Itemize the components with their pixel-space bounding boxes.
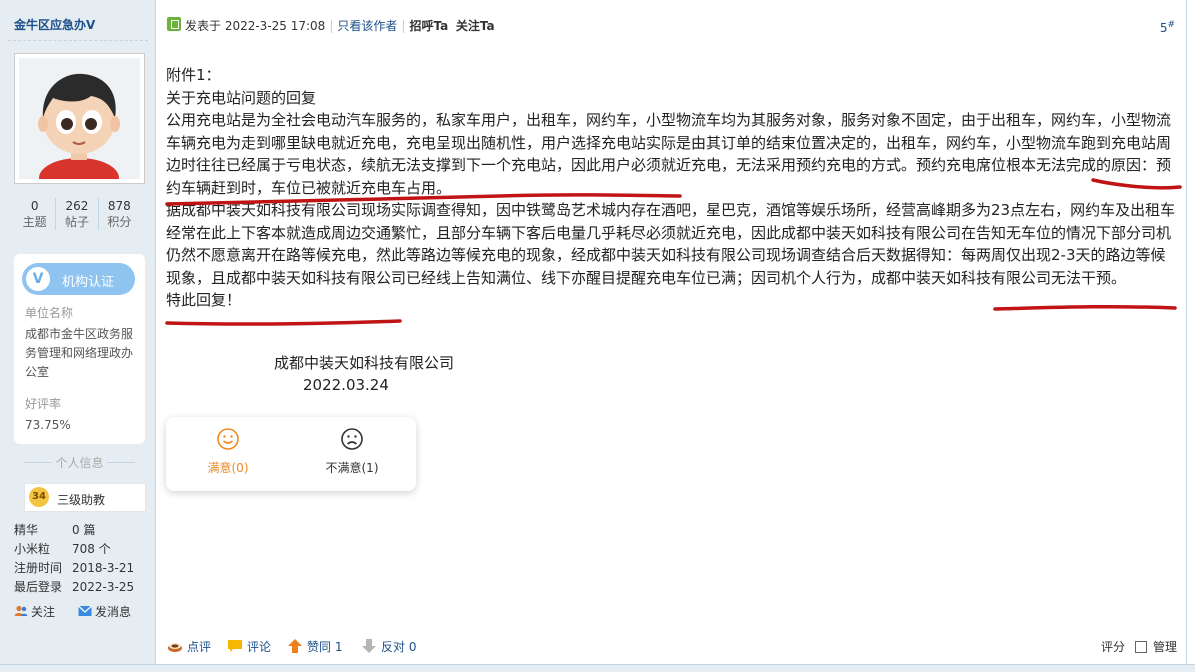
follow-label: 关注	[31, 605, 56, 619]
bottom-bar	[0, 664, 1195, 672]
post-actions-bar: 点评 评论 赞同 1 反对 0 评分 管理	[157, 634, 1195, 658]
post-time: 发表于 2022-3-25 17:08	[185, 19, 326, 33]
follow-author-link[interactable]: 关注Ta	[456, 19, 495, 33]
user-rank[interactable]: 34 三级助教	[24, 483, 146, 512]
paragraph-2: 据成都中装天如科技有限公司现场实际调查得知，因中铁鹭岛艺术城内存在酒吧，星巴克，…	[166, 201, 1176, 287]
badge-label: 机构认证	[62, 275, 115, 290]
greet-link[interactable]: 招呼Ta	[409, 19, 448, 33]
right-border	[1186, 0, 1187, 664]
envelope-icon	[78, 605, 92, 616]
post-subject-line: 关于充电站问题的回复	[166, 88, 317, 107]
closing-line: 特此回复！	[166, 291, 242, 309]
comment-score-label: 点评	[187, 640, 212, 654]
frown-icon	[341, 428, 363, 450]
rating-value: 73.75%	[25, 418, 71, 432]
detail-key: 注册时间	[14, 561, 63, 575]
online-status-icon	[167, 17, 181, 31]
post-header: 发表于 2022-3-25 17:08 | 只看该作者 | 招呼Ta 关注Ta 5#	[157, 0, 1195, 50]
signature-date: 2022.03.24	[303, 376, 389, 394]
author-name[interactable]: 金牛区应急办V	[14, 16, 95, 33]
comment-score-button[interactable]: 点评	[167, 638, 211, 655]
satisfied-count: 满意(0)	[207, 461, 249, 475]
follow-people-icon	[14, 605, 28, 616]
verified-v-icon: V	[26, 267, 50, 291]
detail-row: 小米粒 708 个	[14, 540, 111, 557]
unsatisfied-button[interactable]: 不满意(1)	[307, 427, 397, 476]
comment-label: 评论	[247, 640, 272, 654]
stat-label: 积分	[107, 215, 132, 229]
personal-info-title: 个人信息	[14, 454, 145, 471]
downvote-button[interactable]: 反对 0	[361, 638, 416, 655]
unsatisfied-count: 不满意(1)	[325, 461, 379, 475]
org-name: 成都市金牛区政务服务管理和网络理政办公室	[25, 327, 134, 379]
stat-points[interactable]: 878 积分	[99, 198, 140, 230]
satisfied-button[interactable]: 满意(0)	[183, 427, 273, 476]
org-verification-card: V 机构认证 单位名称 成都市金牛区政务服务管理和网络理政办公室 好评率 73.…	[14, 254, 145, 444]
downvote-label: 反对 0	[381, 640, 417, 654]
divider	[8, 40, 148, 41]
paragraph-1: 公用充电站是为全社会电动汽车服务的，私家车用户，出租车，网约车，小型物流车均为其…	[166, 111, 1172, 197]
stat-label: 主题	[22, 215, 47, 229]
arrow-up-icon	[288, 639, 302, 653]
send-message-button[interactable]: 发消息	[78, 603, 131, 620]
detail-row: 注册时间 2018-3-21	[14, 559, 134, 576]
separator: |	[401, 19, 406, 33]
upvote-button[interactable]: 赞同 1	[287, 638, 342, 655]
stat-value: 878	[107, 199, 131, 213]
avatar[interactable]	[14, 53, 145, 184]
author-sidebar: 金牛区应急办V 0 主题 262 帖子 878 积分 V 机构认证 单位名称 成…	[0, 0, 156, 672]
rate-link[interactable]: 评分	[1101, 638, 1125, 655]
rate-label: 评分	[1101, 640, 1126, 654]
separator: |	[329, 19, 334, 33]
floor-suffix: #	[1167, 20, 1175, 30]
stat-label: 帖子	[64, 215, 89, 229]
rank-name: 三级助教	[57, 493, 106, 507]
detail-row: 最后登录 2022-3-25	[14, 578, 134, 595]
detail-value: 2018-3-21	[72, 561, 135, 575]
stat-posts[interactable]: 262 帖子	[56, 198, 99, 230]
detail-key: 最后登录	[14, 580, 63, 594]
detail-value: 708 个	[72, 542, 111, 556]
follow-button[interactable]: 关注	[14, 603, 55, 620]
org-verified-badge[interactable]: V 机构认证	[22, 263, 135, 295]
post-frame: 金牛区应急办V 0 主题 262 帖子 878 积分 V 机构认证 单位名称 成…	[0, 0, 1195, 672]
detail-key: 精华	[14, 523, 39, 537]
detail-value: 2022-3-25	[72, 580, 135, 594]
upvote-label: 赞同 1	[307, 640, 343, 654]
stat-topics[interactable]: 0 主题	[14, 198, 57, 230]
coffee-cup-icon	[168, 643, 182, 652]
author-stats: 0 主题 262 帖子 878 积分	[14, 198, 140, 230]
manage-toggle[interactable]: 管理	[1127, 638, 1177, 655]
detail-key: 小米粒	[14, 542, 51, 556]
rating-label: 好评率	[25, 397, 62, 411]
arrow-down-icon	[362, 639, 376, 653]
post-meta: 发表于 2022-3-25 17:08 | 只看该作者 | 招呼Ta 关注Ta	[185, 17, 495, 34]
speech-bubble-icon	[228, 640, 242, 652]
detail-row: 精华 0 篇	[14, 521, 95, 538]
satisfaction-rating-box: 满意(0) 不满意(1)	[166, 417, 416, 491]
comment-button[interactable]: 评论	[227, 638, 271, 655]
manage-label: 管理	[1153, 640, 1178, 654]
stat-value: 0	[30, 199, 39, 213]
signature-company: 成都中装天如科技有限公司	[274, 354, 455, 372]
floor-number[interactable]: 5#	[1160, 20, 1175, 35]
stat-value: 262	[65, 199, 89, 213]
post-content: 附件1： 关于充电站问题的回复 公用充电站是为全社会电动汽车服务的，私家车用户，…	[166, 64, 1176, 312]
smile-icon	[217, 428, 239, 450]
manage-checkbox[interactable]	[1135, 641, 1147, 653]
rank-level-icon: 34	[29, 487, 49, 507]
only-author-link[interactable]: 只看该作者	[337, 19, 397, 33]
avatar-cartoon-image	[19, 58, 140, 179]
org-name-label: 单位名称	[25, 306, 74, 320]
detail-value: 0 篇	[72, 523, 96, 537]
message-label: 发消息	[95, 605, 132, 619]
attachment-line: 附件1：	[166, 66, 221, 84]
